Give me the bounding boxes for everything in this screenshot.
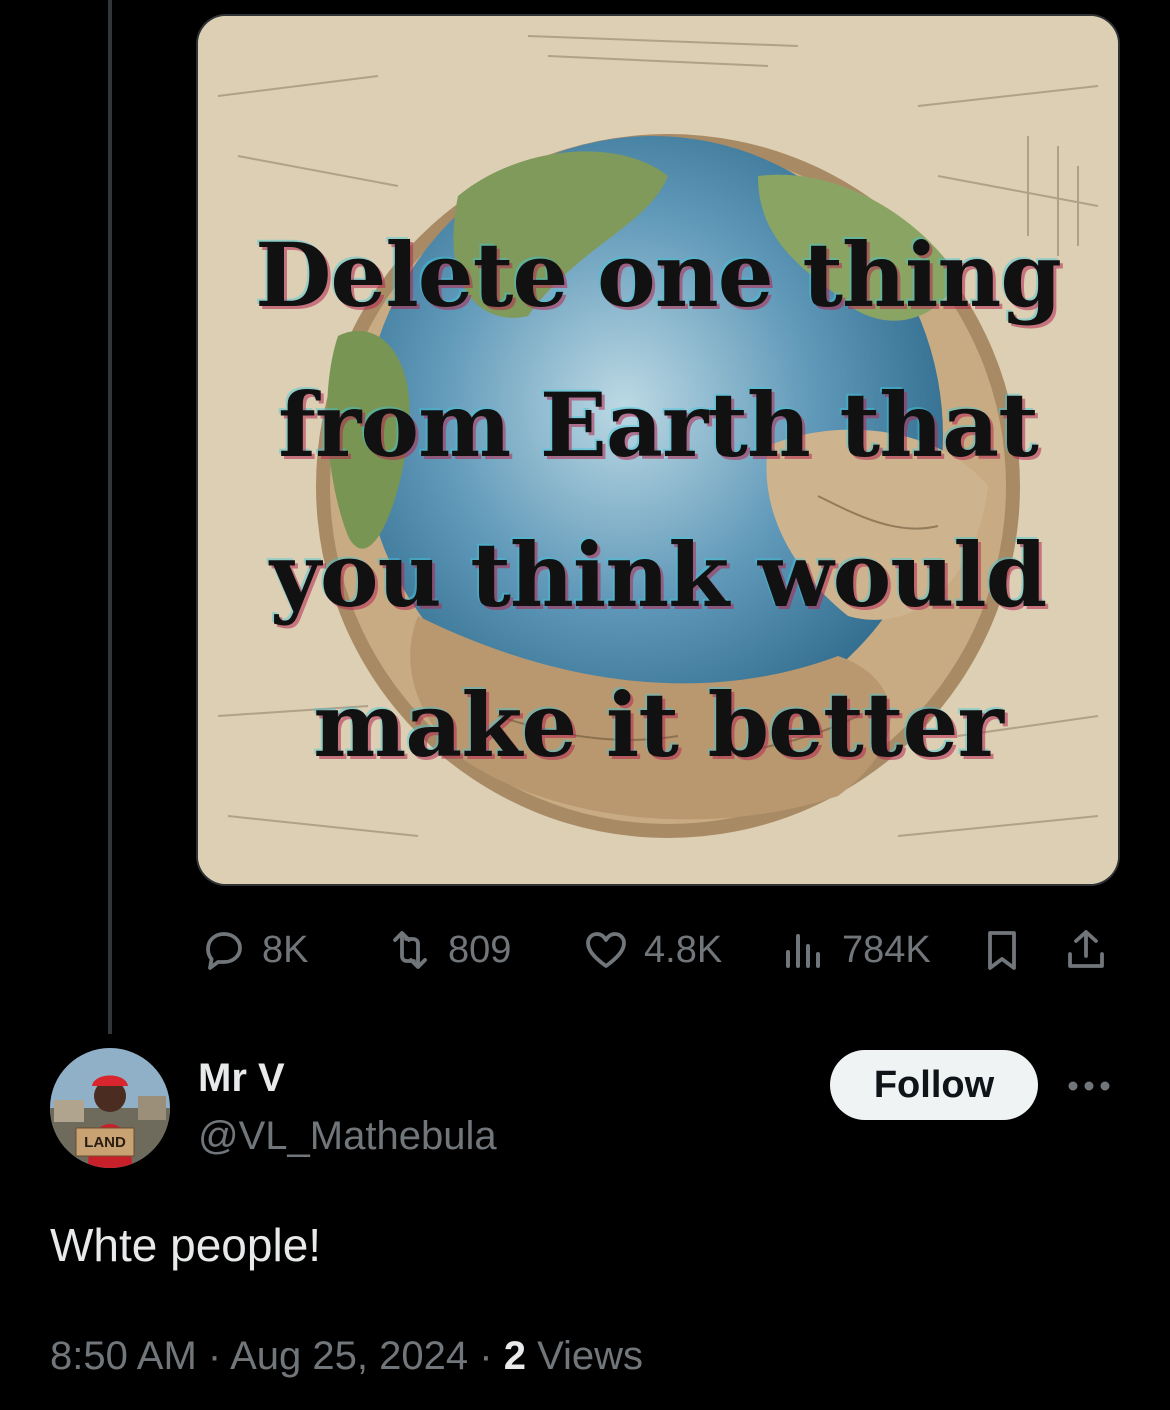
like-count: 4.8K xyxy=(644,928,723,971)
like-icon xyxy=(586,932,626,968)
reply-icon xyxy=(206,932,242,970)
view-label: Views xyxy=(537,1334,644,1378)
tweet-meta: 8:50 AM · Aug 25, 2024 · 2 Views xyxy=(50,1334,643,1379)
follow-button[interactable]: Follow xyxy=(830,1050,1038,1120)
repost-button[interactable]: 809 xyxy=(386,918,511,982)
meme-caption: Delete one thing from Earth that you thi… xyxy=(198,200,1118,800)
bookmark-icon[interactable] xyxy=(978,926,1026,974)
reply-count: 8K xyxy=(262,928,309,971)
repost-count: 809 xyxy=(448,928,512,971)
author-name[interactable]: Mr V xyxy=(198,1056,285,1101)
meme-line-2: from Earth that xyxy=(278,373,1039,477)
like-button[interactable]: 4.8K xyxy=(582,918,722,982)
tweet-date[interactable]: Aug 25, 2024 xyxy=(230,1334,468,1378)
thread-connector-line xyxy=(108,0,112,1034)
views-count: 784K xyxy=(842,928,931,971)
tweet-time[interactable]: 8:50 AM xyxy=(50,1334,197,1378)
avatar[interactable]: LAND xyxy=(50,1048,170,1168)
meme-line-1: Delete one thing xyxy=(255,223,1062,327)
avatar-sign-text: LAND xyxy=(84,1134,126,1151)
repost-icon xyxy=(393,931,427,969)
reply-button[interactable]: 8K xyxy=(200,918,308,982)
view-count: 2 xyxy=(503,1334,526,1378)
tweet-author-row: LAND Mr V @VL_Mathebula Follow xyxy=(50,1048,1120,1178)
avatar-image: LAND xyxy=(50,1048,170,1168)
meme-line-4: make it better xyxy=(313,673,1004,777)
more-options-icon[interactable] xyxy=(1064,1066,1114,1106)
views-icon xyxy=(786,934,820,968)
meta-separator: · xyxy=(479,1334,493,1378)
tweet-text: Whte people! xyxy=(50,1219,322,1271)
views-button[interactable]: 784K xyxy=(780,918,931,982)
author-handle[interactable]: @VL_Mathebula xyxy=(198,1114,497,1159)
share-icon[interactable] xyxy=(1062,926,1110,974)
meme-line-3: you think would xyxy=(269,523,1047,627)
meta-separator: · xyxy=(207,1334,222,1378)
tweet-action-bar: 8K 809 4.8K 784K xyxy=(196,918,1116,982)
tweet-media-image[interactable]: Delete one thing from Earth that you thi… xyxy=(196,14,1120,886)
